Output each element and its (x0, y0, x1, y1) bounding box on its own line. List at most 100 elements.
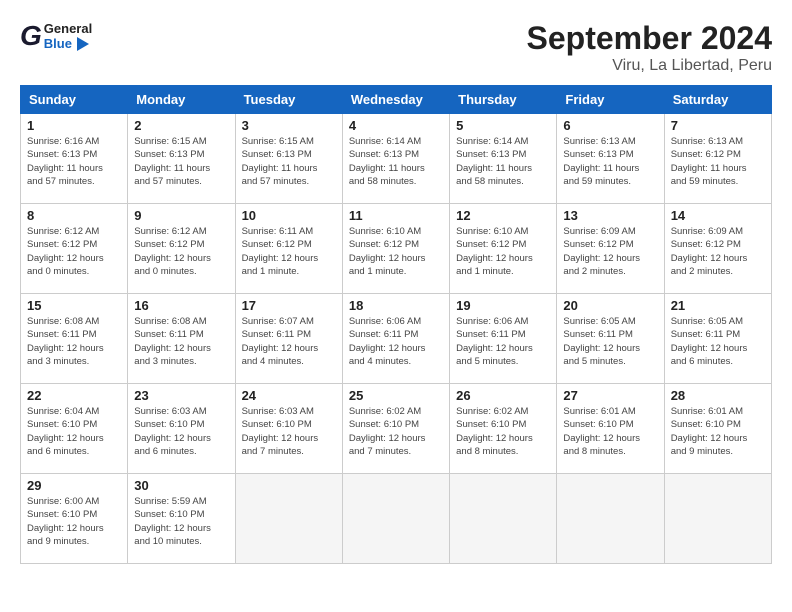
day-number: 23 (134, 388, 228, 403)
calendar-cell (450, 474, 557, 564)
calendar-cell: 25Sunrise: 6:02 AMSunset: 6:10 PMDayligh… (342, 384, 449, 474)
calendar-cell: 15 Sunrise: 6:08 AMSunset: 6:11 PMDayligh… (21, 294, 128, 384)
calendar-cell (342, 474, 449, 564)
day-number: 2 (134, 118, 228, 133)
calendar-cell: 17 Sunrise: 6:07 AMSunset: 6:11 PMDayligh… (235, 294, 342, 384)
calendar-cell: 23 Sunrise: 6:03 AMSunset: 6:10 PMDayligh… (128, 384, 235, 474)
day-info: Sunrise: 6:06 AMSunset: 6:11 PMDaylight:… (349, 315, 443, 368)
day-info: Sunrise: 6:09 AMSunset: 6:12 PMDaylight:… (671, 225, 765, 278)
day-info: Sunrise: 6:06 AMSunset: 6:11 PMDaylight:… (456, 315, 550, 368)
calendar-cell: 3 Sunrise: 6:15 AMSunset: 6:13 PMDaylight… (235, 114, 342, 204)
day-number: 24 (242, 388, 336, 403)
calendar-cell: 26 Sunrise: 6:02 AMSunset: 6:10 PMDayligh… (450, 384, 557, 474)
calendar-cell: 6 Sunrise: 6:13 AMSunset: 6:13 PMDaylight… (557, 114, 664, 204)
day-number: 17 (242, 298, 336, 313)
calendar-cell: 2 Sunrise: 6:15 AMSunset: 6:13 PMDaylight… (128, 114, 235, 204)
weekday-header-tuesday: Tuesday (235, 86, 342, 114)
day-info: Sunrise: 6:07 AMSunset: 6:11 PMDaylight:… (242, 315, 336, 368)
day-info: Sunrise: 6:14 AMSunset: 6:13 PMDaylight:… (349, 135, 443, 188)
day-info: Sunrise: 6:12 AMSunset: 6:12 PMDaylight:… (134, 225, 228, 278)
calendar-cell: 9 Sunrise: 6:12 AMSunset: 6:12 PMDaylight… (128, 204, 235, 294)
calendar-cell: 10Sunrise: 6:11 AMSunset: 6:12 PMDayligh… (235, 204, 342, 294)
calendar-cell: 20 Sunrise: 6:05 AMSunset: 6:11 PMDayligh… (557, 294, 664, 384)
day-info: Sunrise: 6:14 AMSunset: 6:13 PMDaylight:… (456, 135, 550, 188)
logo: G General Blue (20, 20, 92, 52)
weekday-header-wednesday: Wednesday (342, 86, 449, 114)
day-info: Sunrise: 6:13 AMSunset: 6:12 PMDaylight:… (671, 135, 765, 188)
weekday-header-saturday: Saturday (664, 86, 771, 114)
calendar-cell: 12 Sunrise: 6:10 AMSunset: 6:12 PMDayligh… (450, 204, 557, 294)
day-number: 12 (456, 208, 550, 223)
day-number: 16 (134, 298, 228, 313)
calendar-cell: 18 Sunrise: 6:06 AMSunset: 6:11 PMDayligh… (342, 294, 449, 384)
logo-arrow-icon (77, 37, 89, 51)
day-number: 26 (456, 388, 550, 403)
calendar-cell: 8 Sunrise: 6:12 AMSunset: 6:12 PMDaylight… (21, 204, 128, 294)
calendar-cell: 22 Sunrise: 6:04 AMSunset: 6:10 PMDayligh… (21, 384, 128, 474)
calendar-week-row: 29 Sunrise: 6:00 AMSunset: 6:10 PMDayligh… (21, 474, 772, 564)
calendar-cell: 27 Sunrise: 6:01 AMSunset: 6:10 PMDayligh… (557, 384, 664, 474)
calendar-cell: 13Sunrise: 6:09 AMSunset: 6:12 PMDayligh… (557, 204, 664, 294)
day-info: Sunrise: 6:11 AMSunset: 6:12 PMDaylight:… (242, 225, 336, 278)
day-number: 15 (27, 298, 121, 313)
day-info: Sunrise: 6:15 AMSunset: 6:13 PMDaylight:… (134, 135, 228, 188)
calendar-cell: 4Sunrise: 6:14 AMSunset: 6:13 PMDaylight… (342, 114, 449, 204)
day-info: Sunrise: 6:08 AMSunset: 6:11 PMDaylight:… (27, 315, 121, 368)
calendar-cell: 1Sunrise: 6:16 AMSunset: 6:13 PMDaylight… (21, 114, 128, 204)
calendar-cell: 14 Sunrise: 6:09 AMSunset: 6:12 PMDayligh… (664, 204, 771, 294)
calendar-cell: 5Sunrise: 6:14 AMSunset: 6:13 PMDaylight… (450, 114, 557, 204)
calendar-week-row: 1Sunrise: 6:16 AMSunset: 6:13 PMDaylight… (21, 114, 772, 204)
day-number: 18 (349, 298, 443, 313)
weekday-header-thursday: Thursday (450, 86, 557, 114)
day-number: 11 (349, 208, 443, 223)
day-number: 14 (671, 208, 765, 223)
day-number: 8 (27, 208, 121, 223)
calendar-cell: 28 Sunrise: 6:01 AMSunset: 6:10 PMDayligh… (664, 384, 771, 474)
day-number: 27 (563, 388, 657, 403)
day-number: 21 (671, 298, 765, 313)
day-number: 20 (563, 298, 657, 313)
day-number: 28 (671, 388, 765, 403)
day-info: Sunrise: 6:03 AMSunset: 6:10 PMDaylight:… (134, 405, 228, 458)
day-info: Sunrise: 6:09 AMSunset: 6:12 PMDaylight:… (563, 225, 657, 278)
day-info: Sunrise: 5:59 AMSunset: 6:10 PMDaylight:… (134, 495, 228, 548)
day-number: 22 (27, 388, 121, 403)
day-info: Sunrise: 6:05 AMSunset: 6:11 PMDaylight:… (671, 315, 765, 368)
weekday-header-friday: Friday (557, 86, 664, 114)
day-info: Sunrise: 6:02 AMSunset: 6:10 PMDaylight:… (456, 405, 550, 458)
location-subtitle: Viru, La Libertad, Peru (527, 57, 772, 75)
day-info: Sunrise: 6:10 AMSunset: 6:12 PMDaylight:… (456, 225, 550, 278)
day-number: 7 (671, 118, 765, 133)
day-info: Sunrise: 6:08 AMSunset: 6:11 PMDaylight:… (134, 315, 228, 368)
day-info: Sunrise: 6:15 AMSunset: 6:13 PMDaylight:… (242, 135, 336, 188)
day-number: 29 (27, 478, 121, 493)
weekday-header-monday: Monday (128, 86, 235, 114)
weekday-header-sunday: Sunday (21, 86, 128, 114)
day-info: Sunrise: 6:02 AMSunset: 6:10 PMDaylight:… (349, 405, 443, 458)
day-number: 3 (242, 118, 336, 133)
calendar-week-row: 15 Sunrise: 6:08 AMSunset: 6:11 PMDayligh… (21, 294, 772, 384)
day-number: 1 (27, 118, 121, 133)
day-number: 9 (134, 208, 228, 223)
calendar-cell: 24 Sunrise: 6:03 AMSunset: 6:10 PMDayligh… (235, 384, 342, 474)
day-info: Sunrise: 6:03 AMSunset: 6:10 PMDaylight:… (242, 405, 336, 458)
day-info: Sunrise: 6:01 AMSunset: 6:10 PMDaylight:… (671, 405, 765, 458)
day-info: Sunrise: 6:13 AMSunset: 6:13 PMDaylight:… (563, 135, 657, 188)
logo-blue-text: Blue (44, 37, 72, 52)
logo-g-letter: G (20, 20, 42, 51)
day-number: 6 (563, 118, 657, 133)
calendar-cell: 21 Sunrise: 6:05 AMSunset: 6:11 PMDayligh… (664, 294, 771, 384)
weekday-header-row: SundayMondayTuesdayWednesdayThursdayFrid… (21, 86, 772, 114)
calendar-cell (557, 474, 664, 564)
month-year-title: September 2024 (527, 20, 772, 57)
day-info: Sunrise: 6:04 AMSunset: 6:10 PMDaylight:… (27, 405, 121, 458)
day-info: Sunrise: 6:12 AMSunset: 6:12 PMDaylight:… (27, 225, 121, 278)
calendar-cell (235, 474, 342, 564)
calendar-cell: 16 Sunrise: 6:08 AMSunset: 6:11 PMDayligh… (128, 294, 235, 384)
day-info: Sunrise: 6:05 AMSunset: 6:11 PMDaylight:… (563, 315, 657, 368)
calendar-cell: 29 Sunrise: 6:00 AMSunset: 6:10 PMDayligh… (21, 474, 128, 564)
day-info: Sunrise: 6:00 AMSunset: 6:10 PMDaylight:… (27, 495, 121, 548)
day-number: 30 (134, 478, 228, 493)
day-info: Sunrise: 6:10 AMSunset: 6:12 PMDaylight:… (349, 225, 443, 278)
day-info: Sunrise: 6:01 AMSunset: 6:10 PMDaylight:… (563, 405, 657, 458)
